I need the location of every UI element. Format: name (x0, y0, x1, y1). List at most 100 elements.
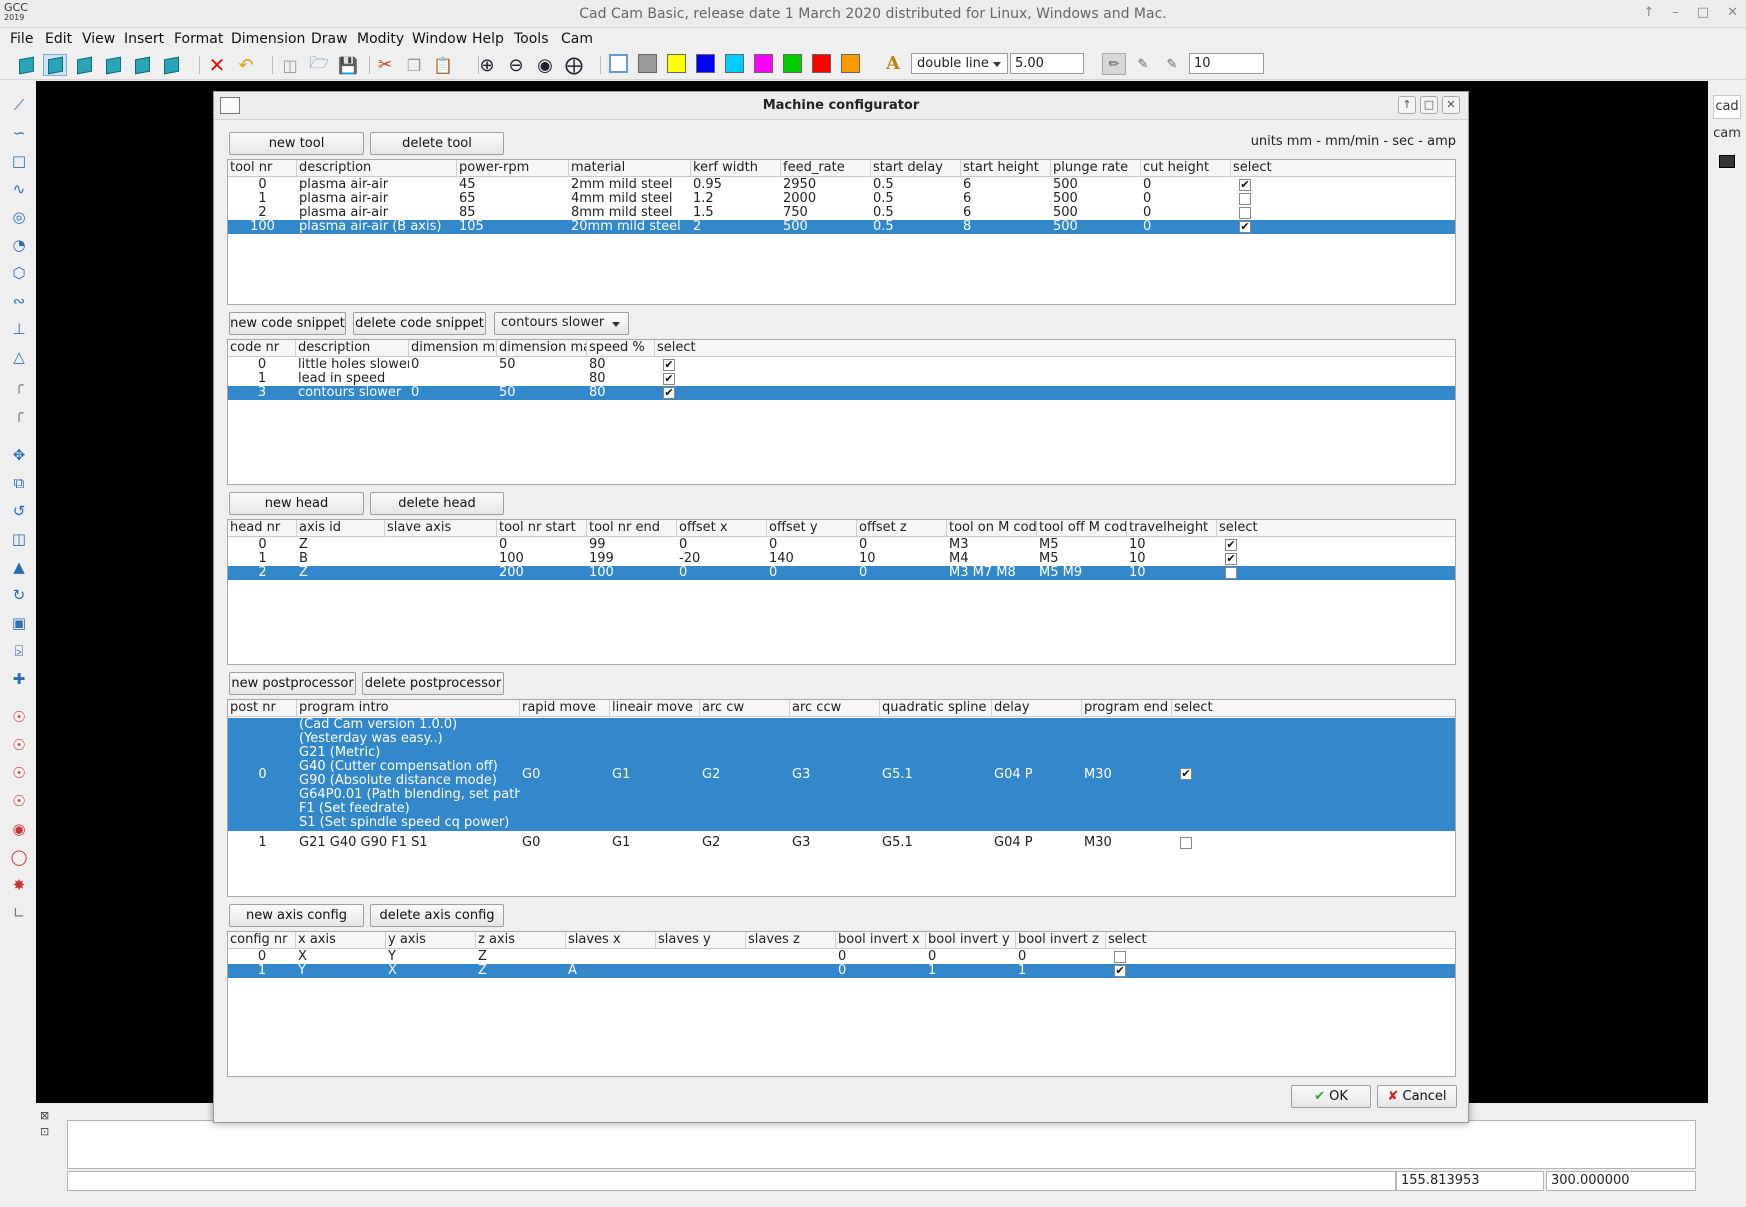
table-row[interactable]: 0 (Cad Cam version 1.0.0) (Yesterday was … (228, 718, 1455, 831)
table-row[interactable]: 1 plasma air-air 65 4mm mild steel 1.2 2000 0.… (228, 192, 1455, 206)
select-checkbox[interactable] (1239, 193, 1251, 205)
draw-curve-icon[interactable]: ∾ (9, 291, 29, 311)
table-cell[interactable]: 0 (679, 566, 767, 580)
table-cell[interactable]: 6 (963, 192, 1051, 206)
code-snippet-select[interactable]: contours slower (494, 312, 629, 335)
table-cell[interactable]: 10 (859, 552, 947, 566)
snap-quadrant-icon[interactable]: ✸ (9, 875, 29, 895)
window-maximize-icon[interactable]: □ (1697, 5, 1709, 20)
snap-endpoint-icon[interactable]: ☉ (9, 707, 29, 727)
zoom-extents-icon[interactable]: ⨁ (562, 54, 586, 76)
table-cell[interactable]: 6 (963, 206, 1051, 220)
table-cell[interactable]: 50 (499, 358, 587, 372)
table-cell[interactable]: G21 G40 G90 F1 S1 (299, 836, 520, 850)
table-cell[interactable]: Z (299, 538, 385, 552)
table-cell[interactable]: 0 (928, 950, 1016, 964)
table-cell[interactable]: 85 (459, 206, 569, 220)
window-minimize-icon[interactable]: – (1672, 5, 1679, 20)
column-header[interactable]: post nr (228, 700, 297, 717)
column-header[interactable]: start height (961, 160, 1051, 177)
table-row[interactable]: 1 B 100 199 -20 140 10 M4 M5 10 ✔ (228, 552, 1455, 566)
table-cell[interactable]: 2 (230, 566, 295, 580)
color-red-swatch[interactable] (812, 54, 831, 73)
command-input[interactable] (67, 1171, 1396, 1191)
draw-arc-icon[interactable]: ◔ (9, 235, 29, 255)
table-cell[interactable]: 500 (783, 220, 871, 234)
tab-cam[interactable]: cam (1713, 123, 1741, 147)
table-cell[interactable]: 80 (589, 386, 655, 400)
column-header[interactable]: plunge rate (1051, 160, 1141, 177)
table-cell[interactable]: G04 P (994, 836, 1082, 850)
table-cell[interactable]: 0 (230, 950, 294, 964)
menu-insert[interactable]: Insert (124, 31, 164, 47)
table-cell[interactable]: A (568, 964, 656, 978)
select-checkbox[interactable]: ✔ (1225, 539, 1237, 551)
column-header[interactable]: tool nr start (497, 520, 587, 537)
color-blue-swatch[interactable] (696, 54, 715, 73)
select-checkbox[interactable]: ✔ (1225, 553, 1237, 565)
pen-tool-icon[interactable]: ✏ (1102, 53, 1126, 75)
draw-spline-icon[interactable]: ∿ (9, 179, 29, 199)
table-cell[interactable]: 0.5 (873, 192, 961, 206)
column-header[interactable]: offset y (767, 520, 857, 537)
table-cell[interactable]: Z (478, 950, 566, 964)
select-checkbox[interactable]: ✔ (663, 387, 675, 399)
draw-dimension-icon[interactable]: ⊥ (9, 319, 29, 339)
view-side-icon[interactable] (130, 54, 154, 76)
column-header[interactable]: select (1172, 700, 1272, 717)
column-header[interactable]: arc cw (700, 700, 790, 717)
column-header[interactable]: axis id (297, 520, 385, 537)
table-cell[interactable]: M30 (1084, 836, 1172, 850)
table-row[interactable]: 100 plasma air-air (B axis) 105 20mm mild s… (228, 220, 1455, 234)
delete-code-snippet-button[interactable]: delete code snippet (353, 312, 486, 335)
color-gray-swatch[interactable] (638, 54, 657, 73)
table-cell[interactable]: G2 (702, 768, 790, 782)
table-cell[interactable]: X (298, 950, 386, 964)
table-row[interactable]: 2 plasma air-air 85 8mm mild steel 1.5 750 0.5… (228, 206, 1455, 220)
menu-tools[interactable]: Tools (514, 31, 549, 47)
extend-icon[interactable]: ✚ (9, 669, 29, 689)
move-icon[interactable]: ✥ (9, 445, 29, 465)
color-cyan-swatch[interactable] (725, 54, 744, 73)
draw-polyline-icon[interactable]: ∽ (9, 123, 29, 143)
menu-view[interactable]: View (82, 31, 115, 47)
column-header[interactable]: bool invert x (836, 932, 926, 949)
table-cell[interactable]: 1 (230, 372, 294, 386)
table-cell[interactable]: 1 (1018, 964, 1106, 978)
table-cell[interactable]: 0.5 (873, 178, 961, 192)
table-cell[interactable]: 500 (1053, 178, 1141, 192)
column-header[interactable]: slaves x (566, 932, 656, 949)
menu-modity[interactable]: Modity (357, 31, 404, 47)
zoom-in-icon[interactable]: ⊕ (475, 54, 499, 76)
table-cell[interactable]: 105 (459, 220, 569, 234)
color-green-swatch[interactable] (783, 54, 802, 73)
table-cell[interactable]: 0 (230, 358, 294, 372)
new-head-button[interactable]: new head (229, 492, 364, 515)
table-cell[interactable]: G3 (792, 836, 880, 850)
draw-triangle-icon[interactable]: △ (9, 347, 29, 367)
delete-head-button[interactable]: delete head (370, 492, 504, 515)
table-cell[interactable]: 0.5 (873, 220, 961, 234)
column-header[interactable]: description (296, 340, 409, 357)
select-checkbox[interactable]: ✔ (1239, 179, 1251, 191)
draw-rectangle-icon[interactable]: □ (9, 151, 29, 171)
column-header[interactable]: program end (1082, 700, 1172, 717)
table-cell[interactable]: M30 (1084, 768, 1172, 782)
table-cell[interactable]: 1.5 (693, 206, 781, 220)
table-cell[interactable]: 500 (1053, 206, 1141, 220)
column-header[interactable]: config nr (228, 932, 296, 949)
table-cell[interactable]: M3 (949, 538, 1037, 552)
column-header[interactable]: code nr (228, 340, 296, 357)
open-file-icon[interactable]: 🗁 (307, 53, 331, 76)
column-header[interactable]: head nr (228, 520, 297, 537)
table-cell[interactable]: 0 (838, 964, 926, 978)
table-cell[interactable]: 0 (230, 538, 295, 552)
table-cell[interactable]: G04 P (994, 768, 1082, 782)
table-cell[interactable]: G3 (792, 768, 880, 782)
table-cell[interactable]: 0 (859, 566, 947, 580)
tab-cad[interactable]: cad (1713, 95, 1741, 119)
column-header[interactable]: description (297, 160, 457, 177)
table-cell[interactable]: G1 (612, 768, 700, 782)
paste-icon[interactable]: 📋 (431, 54, 455, 76)
column-header[interactable]: speed % (587, 340, 655, 357)
